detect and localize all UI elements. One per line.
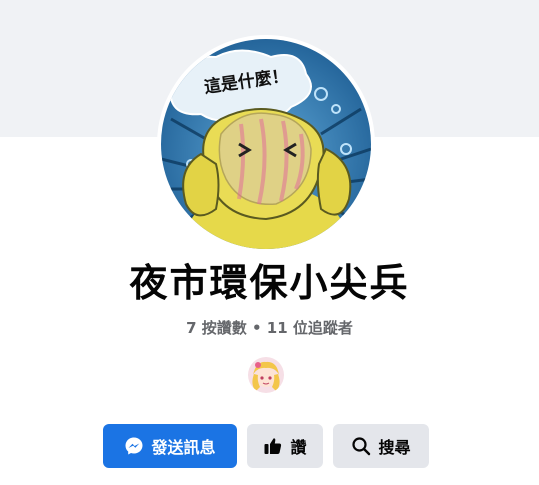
likes-count[interactable]: 7 按讚數 [186, 319, 247, 337]
send-message-button[interactable]: 發送訊息 [103, 424, 237, 468]
messenger-icon [124, 436, 144, 456]
page-stats: 7 按讚數 • 11 位追蹤者 [0, 318, 539, 338]
page-title: 夜市環保小尖兵 [129, 261, 410, 305]
search-button[interactable]: 搜尋 [333, 424, 429, 468]
search-icon [351, 436, 371, 456]
like-label: 讚 [290, 438, 307, 457]
friend-avatar[interactable] [246, 355, 286, 395]
stats-separator: • [246, 319, 267, 337]
like-button[interactable]: 讚 [247, 424, 323, 468]
profile-avatar[interactable]: 這是什麼！ [161, 39, 371, 249]
friend-avatar-image [248, 357, 284, 393]
followers-count[interactable]: 11 位追蹤者 [267, 319, 353, 337]
search-label: 搜尋 [378, 438, 411, 457]
send-message-label: 發送訊息 [151, 438, 216, 457]
thumbs-up-icon [263, 436, 283, 456]
